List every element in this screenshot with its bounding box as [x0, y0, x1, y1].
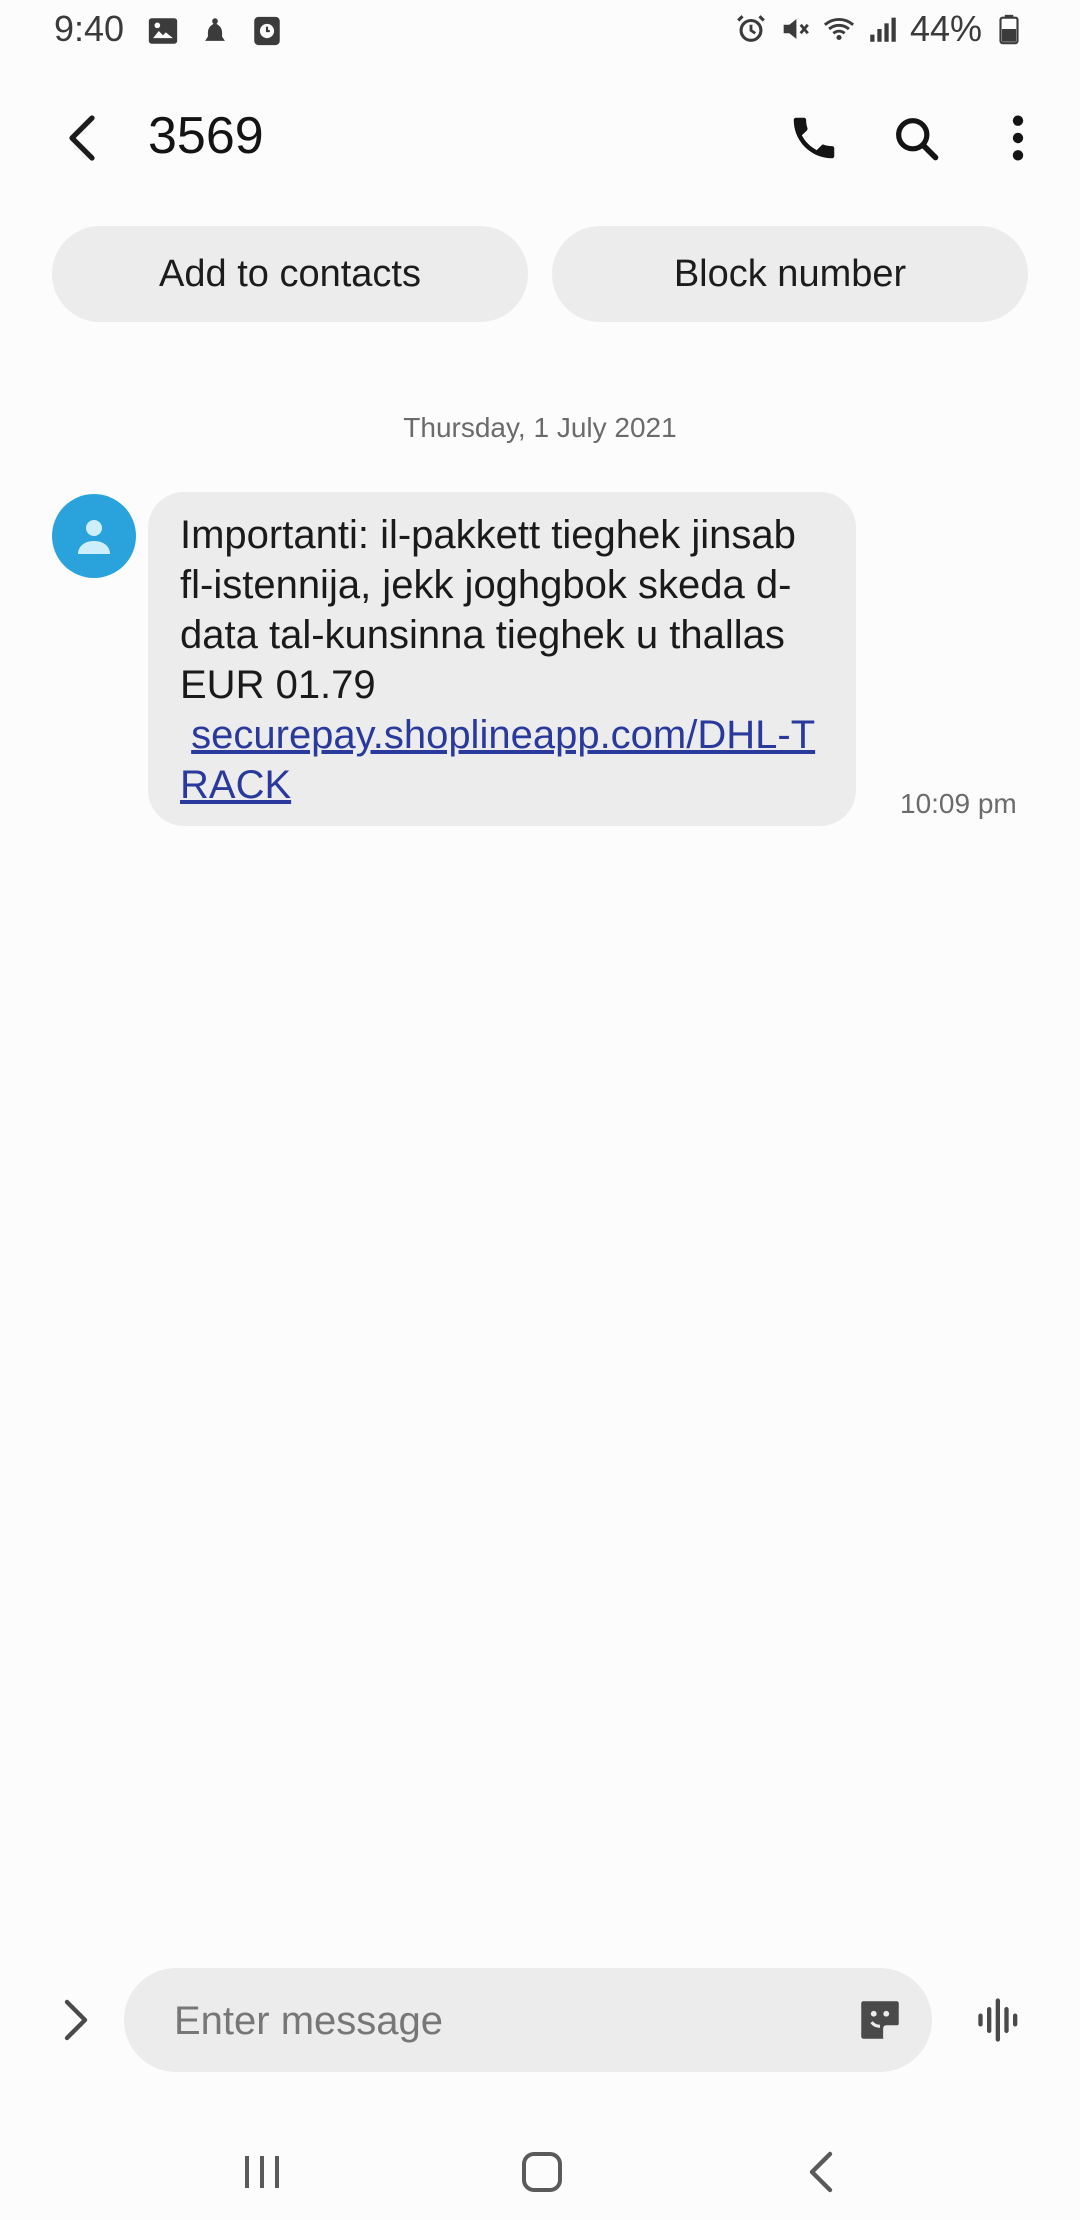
more-options-button[interactable] [986, 106, 1050, 170]
avatar[interactable] [52, 494, 136, 578]
search-button[interactable] [884, 106, 948, 170]
phone-icon [793, 117, 835, 159]
expand-attachments-button[interactable] [48, 1988, 104, 2052]
block-number-button[interactable]: Block number [552, 226, 1028, 322]
header-actions [782, 106, 1050, 170]
nav-back-button[interactable] [782, 2140, 862, 2204]
recent-apps-button[interactable] [222, 2140, 302, 2204]
message-text: Importanti: il-pakkett tieghek jinsab fl… [180, 513, 796, 707]
recent-apps-icon [245, 2156, 279, 2188]
status-bar: 9:40 44% [0, 0, 1080, 64]
status-system-icons: 44% [734, 8, 1026, 50]
sticker-icon [861, 2001, 899, 2039]
voice-waveform-icon [978, 1998, 1018, 2042]
clock-app-icon [254, 16, 280, 46]
contact-number-title: 3569 [148, 107, 264, 165]
status-notification-icons [146, 14, 284, 48]
home-icon [522, 2152, 562, 2192]
chevron-right-icon [64, 1999, 88, 2041]
signal-icon [870, 17, 896, 42]
wifi-icon [823, 18, 855, 41]
add-to-contacts-button[interactable]: Add to contacts [52, 226, 528, 322]
message-input-container [124, 1968, 932, 2072]
mute-icon [783, 19, 809, 39]
message-link[interactable]: securepay.shoplineapp.com/​DHL-TRACK [180, 713, 815, 807]
conversation-header: 3569 [0, 88, 1080, 188]
nav-back-icon [809, 2151, 833, 2193]
navigation-bar [0, 2120, 1080, 2220]
voice-input-button[interactable] [968, 1988, 1032, 2052]
more-options-icon [1012, 115, 1024, 161]
call-button[interactable] [782, 106, 846, 170]
sticker-button[interactable] [852, 1992, 908, 2048]
contact-actions: Add to contacts Block number [52, 226, 1028, 322]
message-bubble[interactable]: Importanti: il-pakkett tieghek jinsab fl… [148, 492, 856, 826]
search-icon [896, 118, 939, 161]
message-input[interactable] [172, 1990, 796, 2052]
battery-icon [999, 14, 1019, 45]
back-arrow-icon [69, 115, 95, 161]
notification-icon [205, 18, 225, 41]
message-timestamp: 10:09 pm [900, 788, 1017, 819]
gallery-icon [148, 18, 178, 44]
battery-percent: 44% [909, 8, 982, 49]
message-composer [0, 1960, 1080, 2080]
status-time: 9:40 [54, 8, 125, 49]
home-button[interactable] [502, 2140, 582, 2204]
person-icon [78, 520, 110, 554]
alarm-icon [737, 15, 765, 42]
date-divider: Thursday, 1 July 2021 [403, 412, 677, 443]
back-button[interactable] [56, 110, 112, 166]
